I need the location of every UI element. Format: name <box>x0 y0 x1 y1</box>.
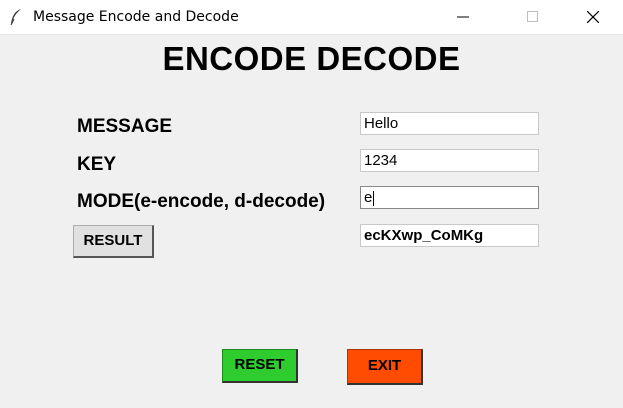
minimize-icon <box>457 16 469 18</box>
reset-button[interactable]: RESET <box>222 349 298 383</box>
message-label: MESSAGE <box>77 116 173 137</box>
text-cursor <box>373 190 375 206</box>
feather-icon <box>10 9 21 26</box>
mode-field[interactable]: e <box>360 186 539 209</box>
message-field[interactable]: Hello <box>360 112 539 135</box>
window-title: Message Encode and Decode <box>33 9 239 25</box>
mode-field-value: e <box>364 189 373 206</box>
result-field[interactable]: ecKXwp_CoMKg <box>360 224 539 247</box>
key-field[interactable]: 1234 <box>360 149 539 172</box>
page-title: ENCODE DECODE <box>162 40 461 77</box>
close-icon <box>587 11 599 23</box>
title-bar: Message Encode and Decode <box>0 0 623 35</box>
result-button[interactable]: RESULT <box>73 225 154 258</box>
maximize-button[interactable] <box>510 0 556 34</box>
minimize-button[interactable] <box>440 0 486 34</box>
maximize-icon <box>527 11 538 22</box>
mode-label: MODE(e-encode, d-decode) <box>77 191 326 212</box>
close-button[interactable] <box>570 0 616 34</box>
key-label: KEY <box>77 154 117 175</box>
exit-button[interactable]: EXIT <box>347 349 423 385</box>
